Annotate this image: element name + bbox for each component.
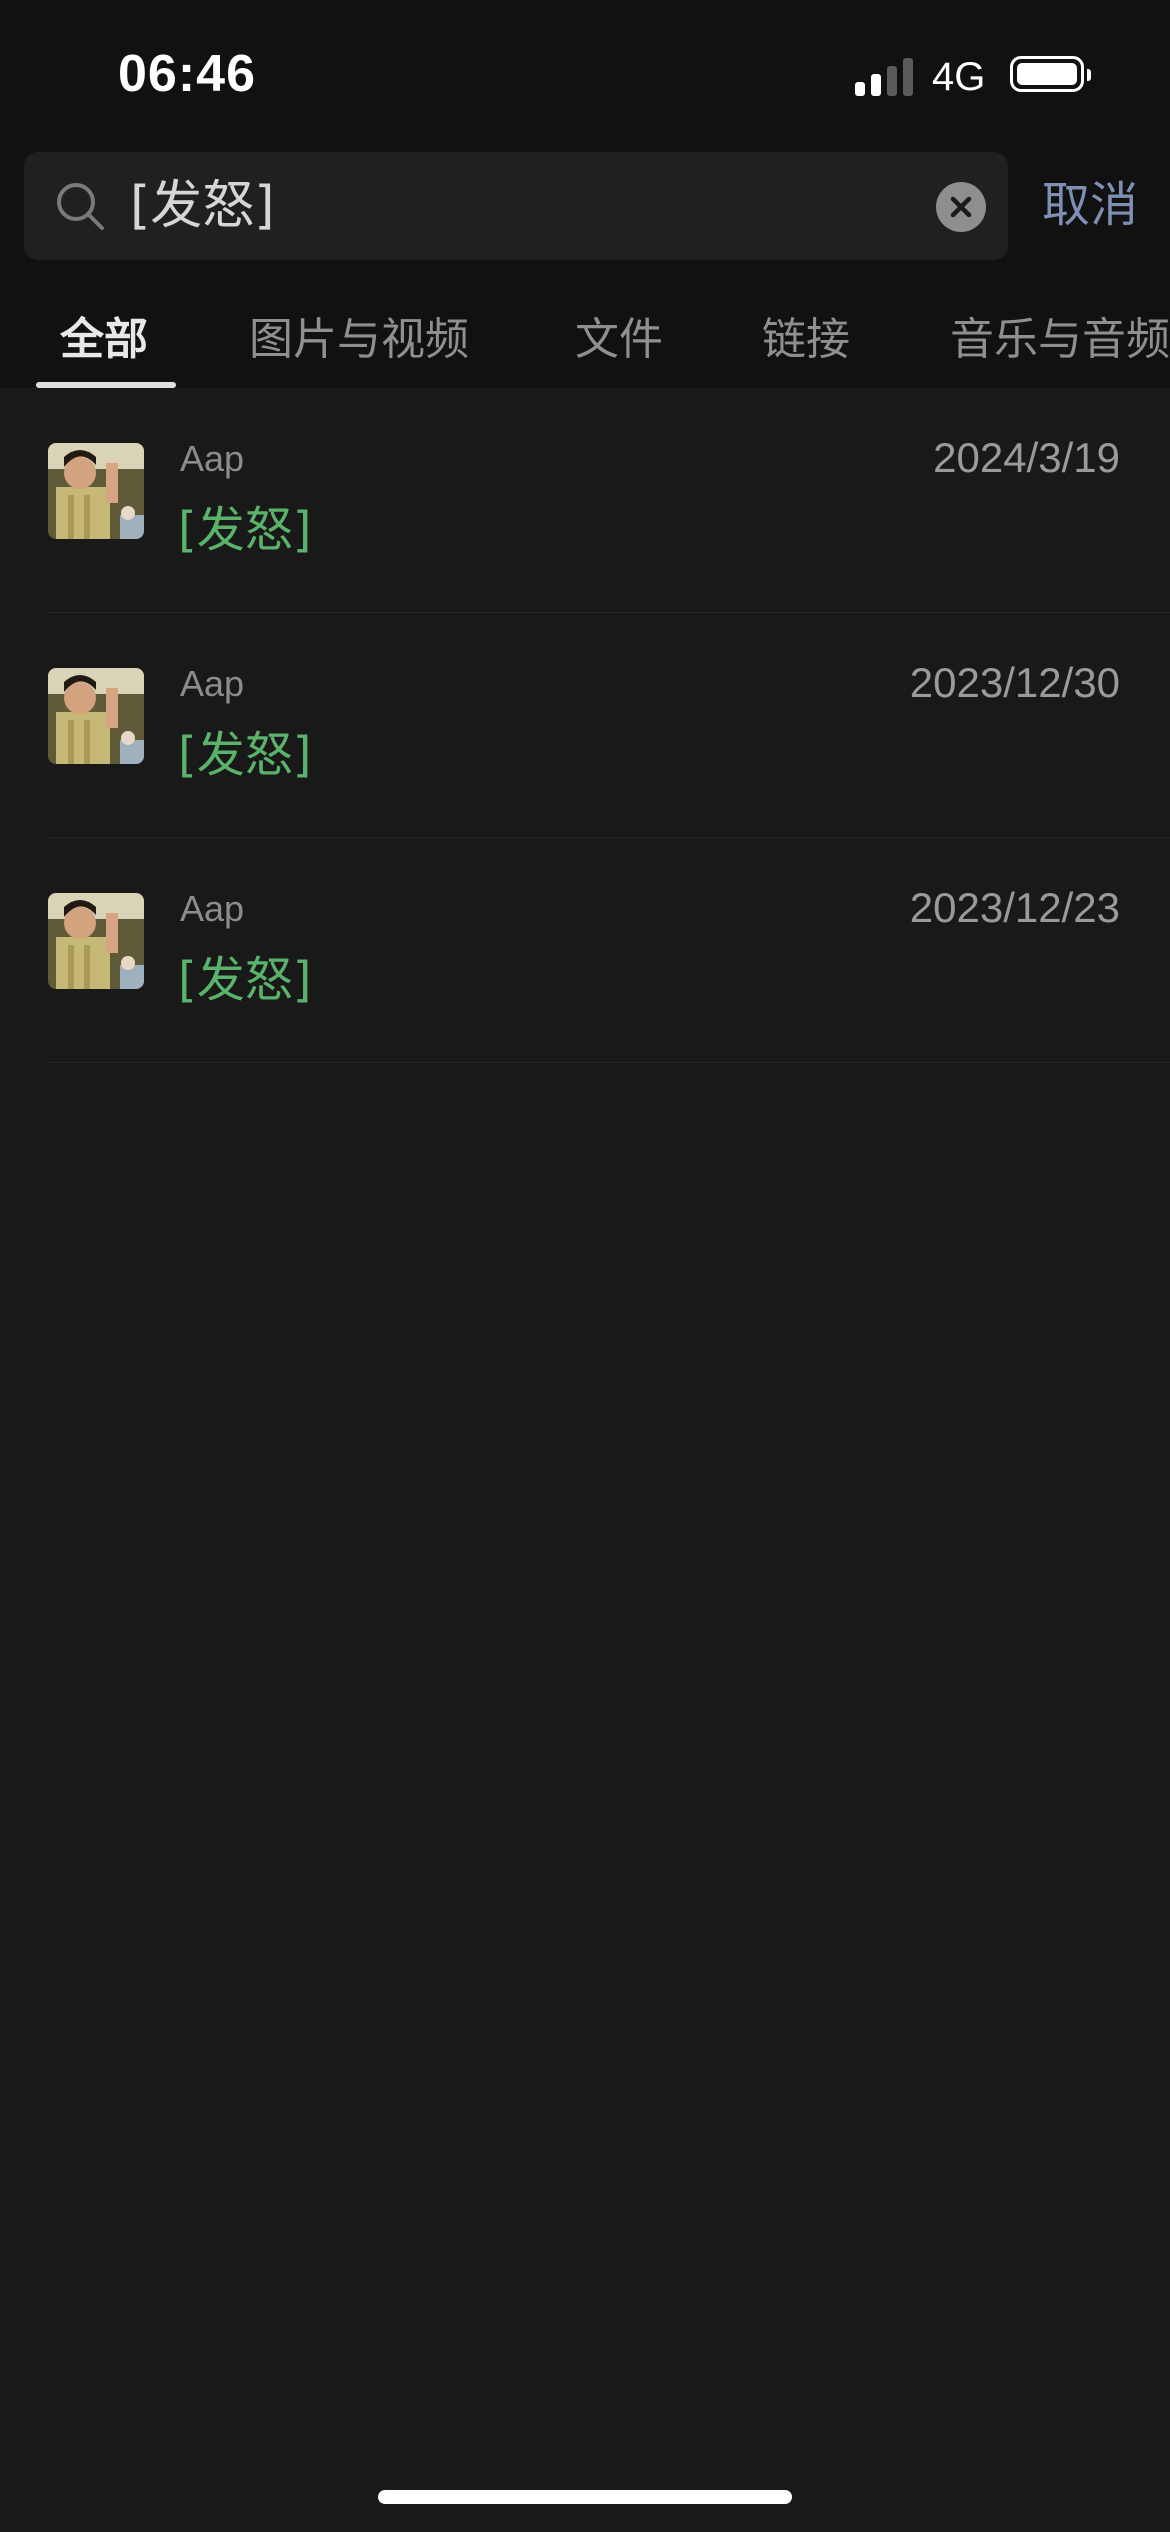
message-date: 2024/3/19 — [933, 434, 1120, 481]
battery-icon — [1010, 56, 1091, 92]
tab-all[interactable]: 全部 — [60, 300, 148, 380]
home-indicator[interactable] — [378, 2490, 792, 2504]
tab-links[interactable]: 链接 — [762, 300, 850, 380]
clear-icon[interactable] — [936, 182, 986, 232]
divider — [48, 1062, 1170, 1063]
message-date: 2023/12/30 — [909, 659, 1120, 706]
sender-name: Aap — [180, 888, 245, 929]
status-time: 06:46 — [118, 45, 256, 103]
screen: 06:46 4G [发怒] 取消 全部 图片与视频 文件 链接 音乐与音频 Aa… — [0, 0, 1170, 2532]
cancel-button[interactable]: 取消 — [1042, 172, 1138, 238]
tab-images-videos[interactable]: 图片与视频 — [249, 300, 469, 380]
sender-name: Aap — [180, 663, 245, 704]
sender-name: Aap — [180, 438, 245, 479]
list-item[interactable]: Aap [发怒] 2023/12/23 — [0, 838, 1170, 1063]
search-icon — [57, 183, 104, 230]
search-field[interactable]: [发怒] — [24, 152, 1008, 260]
message-text: [发怒] — [178, 502, 312, 558]
message-text: [发怒] — [178, 952, 312, 1008]
list-item[interactable]: Aap [发怒] 2024/3/19 — [0, 388, 1170, 613]
signal-icon — [855, 58, 915, 96]
message-text: [发怒] — [178, 727, 312, 783]
avatar[interactable] — [48, 893, 144, 989]
tab-files[interactable]: 文件 — [575, 300, 663, 380]
avatar[interactable] — [48, 668, 144, 764]
list-item[interactable]: Aap [发怒] 2023/12/30 — [0, 613, 1170, 838]
search-input[interactable]: [发怒] — [130, 152, 930, 260]
message-date: 2023/12/23 — [909, 884, 1120, 931]
tab-music-audio[interactable]: 音乐与音频 — [950, 300, 1170, 380]
network-label: 4G — [932, 55, 986, 99]
avatar[interactable] — [48, 443, 144, 539]
tab-bar: 全部 图片与视频 文件 链接 音乐与音频 — [0, 300, 1170, 388]
results-list: Aap [发怒] 2024/3/19 Aap [发怒] 2023/12/30 A… — [0, 388, 1170, 1063]
